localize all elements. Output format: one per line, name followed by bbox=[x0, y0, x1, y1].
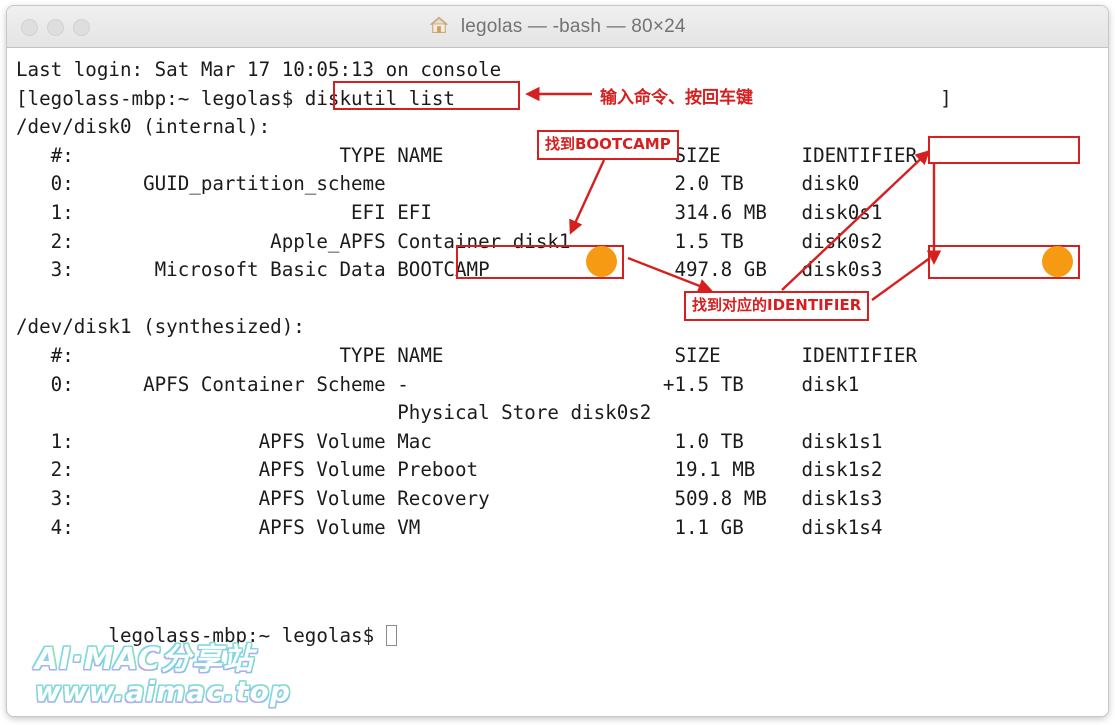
prompt-text: legolass-mbp:~ legolas$ bbox=[108, 623, 386, 647]
terminal-prompt-line: legolass-mbp:~ legolas$ bbox=[16, 593, 397, 679]
terminal-window: legolas — -bash — 80×24 Last login: Sat … bbox=[6, 5, 1109, 717]
cursor-block bbox=[385, 624, 397, 646]
watermark-line-2: www.aimac.top bbox=[35, 675, 291, 708]
window-title-text: legolas — -bash — 80×24 bbox=[460, 16, 686, 37]
window-titlebar[interactable]: legolas — -bash — 80×24 bbox=[7, 6, 1108, 48]
screenshot-root: legolas — -bash — 80×24 Last login: Sat … bbox=[0, 0, 1115, 725]
terminal-output: Last login: Sat Mar 17 10:05:13 on conso… bbox=[16, 58, 952, 539]
home-icon bbox=[429, 15, 449, 41]
window-title-row: legolas — -bash — 80×24 bbox=[7, 15, 1108, 41]
terminal-body[interactable]: Last login: Sat Mar 17 10:05:13 on conso… bbox=[7, 48, 1108, 716]
